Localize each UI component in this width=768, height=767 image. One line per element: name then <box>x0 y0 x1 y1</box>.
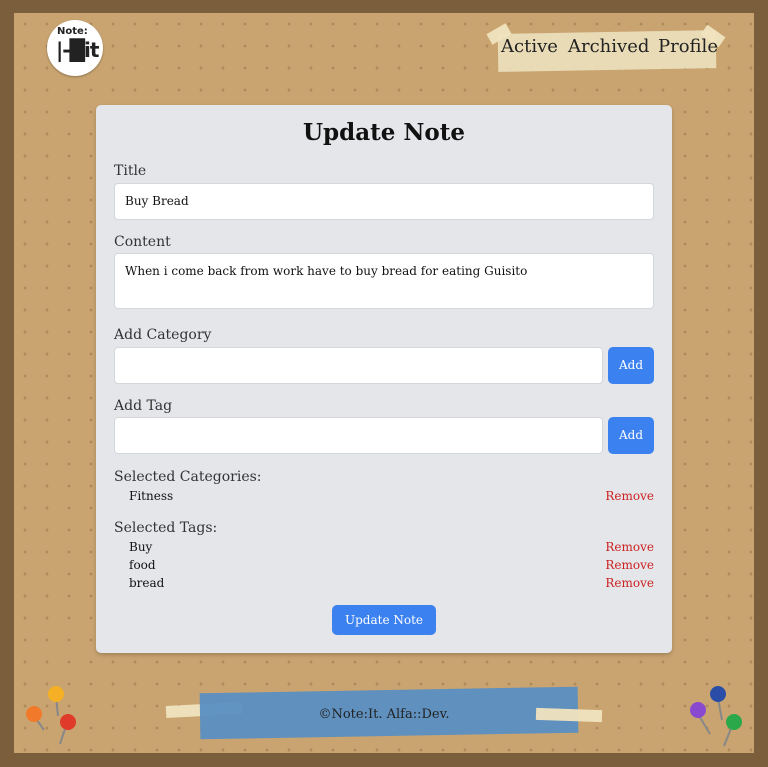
title-input[interactable]: Buy Bread <box>114 183 654 220</box>
tag-item: Buy <box>129 540 153 554</box>
logo-text-top: Note: <box>57 26 88 37</box>
nav-archived[interactable]: Archived <box>568 36 649 57</box>
category-item: Fitness <box>129 489 174 503</box>
update-note-card: Update Note Title Buy Bread Content When… <box>96 105 672 653</box>
remove-tag-button[interactable]: Remove <box>605 576 654 590</box>
nav-profile-label[interactable]: Profile <box>658 36 718 57</box>
pushpins-left-icon <box>26 686 76 745</box>
tag-input[interactable] <box>114 417 603 454</box>
remove-category-button[interactable]: Remove <box>605 489 654 503</box>
content-textarea[interactable]: When i come back from work have to buy b… <box>114 253 654 309</box>
selected-tags-label: Selected Tags: <box>114 520 218 536</box>
remove-tag-button[interactable]: Remove <box>605 558 654 572</box>
add-tag-button[interactable]: Add <box>608 417 654 454</box>
page-title: Update Note <box>302 119 465 146</box>
nav-active-label[interactable]: Active <box>501 36 558 57</box>
footer-copyright: ©Note:It. Alfa::Dev. <box>318 707 450 722</box>
add-category-label: Add Category <box>114 327 212 343</box>
remove-tag-button[interactable]: Remove <box>605 540 654 554</box>
nav-profile[interactable]: Profile <box>658 36 718 57</box>
update-note-button[interactable]: Update Note <box>332 605 436 635</box>
add-category-button[interactable]: Add <box>608 347 654 384</box>
nav-archived-label[interactable]: Archived <box>568 36 649 57</box>
category-input[interactable] <box>114 347 603 384</box>
tag-item: food <box>129 558 156 572</box>
selected-categories-label: Selected Categories: <box>114 469 262 485</box>
nav-active[interactable]: Active <box>501 36 558 57</box>
content-label: Content <box>114 234 171 250</box>
logo-text-bottom: |-█it <box>56 38 99 62</box>
pushpins-right-icon <box>690 686 742 747</box>
title-label: Title <box>114 163 147 179</box>
tag-item: bread <box>129 576 165 590</box>
app-logo[interactable]: Note: |-█it <box>47 20 103 76</box>
add-tag-label: Add Tag <box>114 398 173 414</box>
